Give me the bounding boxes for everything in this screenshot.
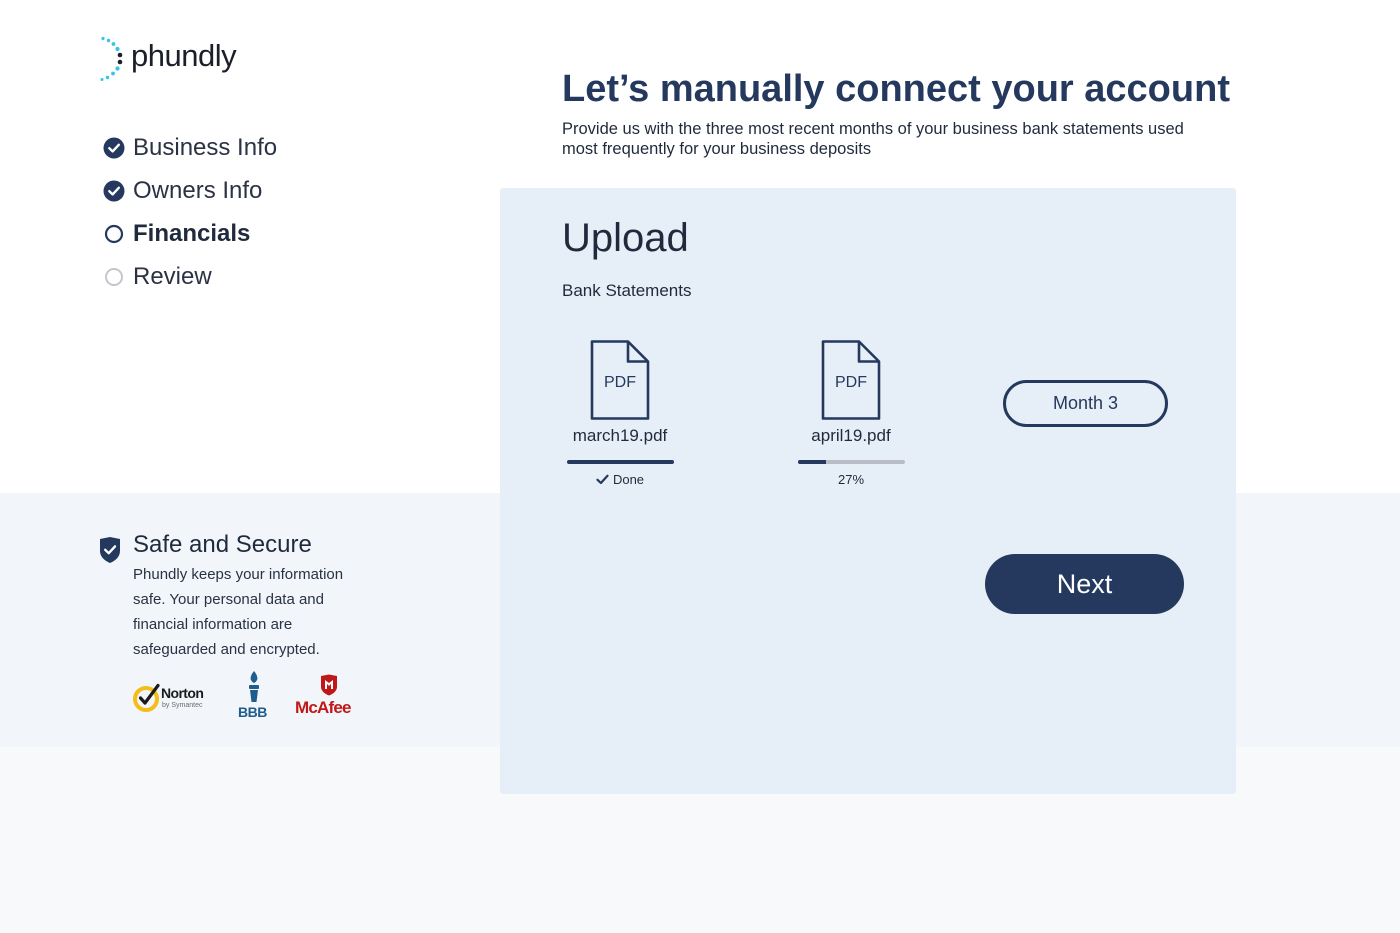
step-label: Financials bbox=[133, 219, 251, 247]
upload-progress-bar bbox=[797, 460, 905, 464]
trust-badges: Norton by Symantec BBB McAfee bbox=[133, 670, 373, 720]
mcafee-name: McAfee bbox=[295, 698, 351, 717]
upload-progress-fill bbox=[566, 460, 674, 464]
empty-circle-icon bbox=[105, 267, 123, 286]
month-3-upload-button[interactable]: Month 3 bbox=[1003, 380, 1168, 427]
mcafee-badge: McAfee bbox=[295, 674, 365, 718]
next-button[interactable]: Next bbox=[985, 554, 1184, 614]
upload-status: Done bbox=[540, 472, 700, 487]
page-title: Let’s manually connect your account bbox=[562, 68, 1230, 110]
file-name: april19.pdf bbox=[811, 426, 891, 445]
step-business-info[interactable]: Business Info bbox=[103, 126, 277, 169]
upload-status: 27% bbox=[771, 472, 931, 487]
upload-title: Upload bbox=[562, 216, 689, 260]
security-title: Safe and Secure bbox=[133, 531, 312, 558]
checkmark-icon bbox=[596, 474, 609, 485]
shield-check-icon bbox=[100, 537, 120, 563]
upload-status-text: 27% bbox=[837, 472, 865, 487]
step-review[interactable]: Review bbox=[103, 255, 277, 298]
upload-subtitle: Bank Statements bbox=[562, 281, 692, 300]
step-label: Review bbox=[133, 262, 212, 290]
upload-card: Upload Bank Statements PDF march19.pdf D… bbox=[500, 188, 1236, 794]
check-circle-icon bbox=[103, 180, 125, 201]
file-name: march19.pdf bbox=[572, 426, 668, 445]
brand-name: phundly bbox=[131, 38, 237, 73]
step-label: Owners Info bbox=[133, 176, 263, 204]
norton-check-icon bbox=[133, 683, 160, 712]
page-subtitle: Provide us with the three most recent mo… bbox=[562, 120, 1184, 158]
security-description: Phundly keeps your information safe. You… bbox=[133, 566, 344, 658]
uploading-file[interactable]: PDF april19.pdf 27% bbox=[771, 340, 931, 487]
norton-name: Norton bbox=[161, 685, 204, 701]
uploaded-file[interactable]: PDF march19.pdf Done bbox=[540, 340, 700, 487]
bbb-torch-icon bbox=[249, 671, 259, 702]
mcafee-shield-icon bbox=[321, 674, 337, 696]
dotted-arc-icon bbox=[100, 36, 123, 81]
check-circle-icon bbox=[103, 137, 125, 158]
step-label: Business Info bbox=[133, 133, 278, 161]
bbb-name: BBB bbox=[238, 704, 267, 720]
norton-badge: Norton by Symantec bbox=[133, 682, 213, 714]
open-circle-icon bbox=[104, 224, 124, 243]
bbb-badge: BBB bbox=[237, 670, 271, 720]
progress-steps: Business Info Owners Info Financials Rev… bbox=[103, 126, 277, 298]
pdf-icon-label: PDF bbox=[604, 374, 636, 391]
upload-progress-fill bbox=[797, 460, 827, 464]
upload-progress-bar bbox=[566, 460, 674, 464]
pdf-icon-label: PDF bbox=[835, 374, 867, 391]
brand-logo[interactable]: phundly bbox=[98, 36, 258, 84]
upload-status-text: Done bbox=[612, 472, 645, 487]
step-owners-info[interactable]: Owners Info bbox=[103, 169, 277, 212]
pdf-file-icon: PDF bbox=[590, 340, 650, 420]
norton-subtext: by Symantec bbox=[162, 702, 203, 709]
pdf-file-icon: PDF bbox=[821, 340, 881, 420]
step-financials[interactable]: Financials bbox=[103, 212, 277, 255]
